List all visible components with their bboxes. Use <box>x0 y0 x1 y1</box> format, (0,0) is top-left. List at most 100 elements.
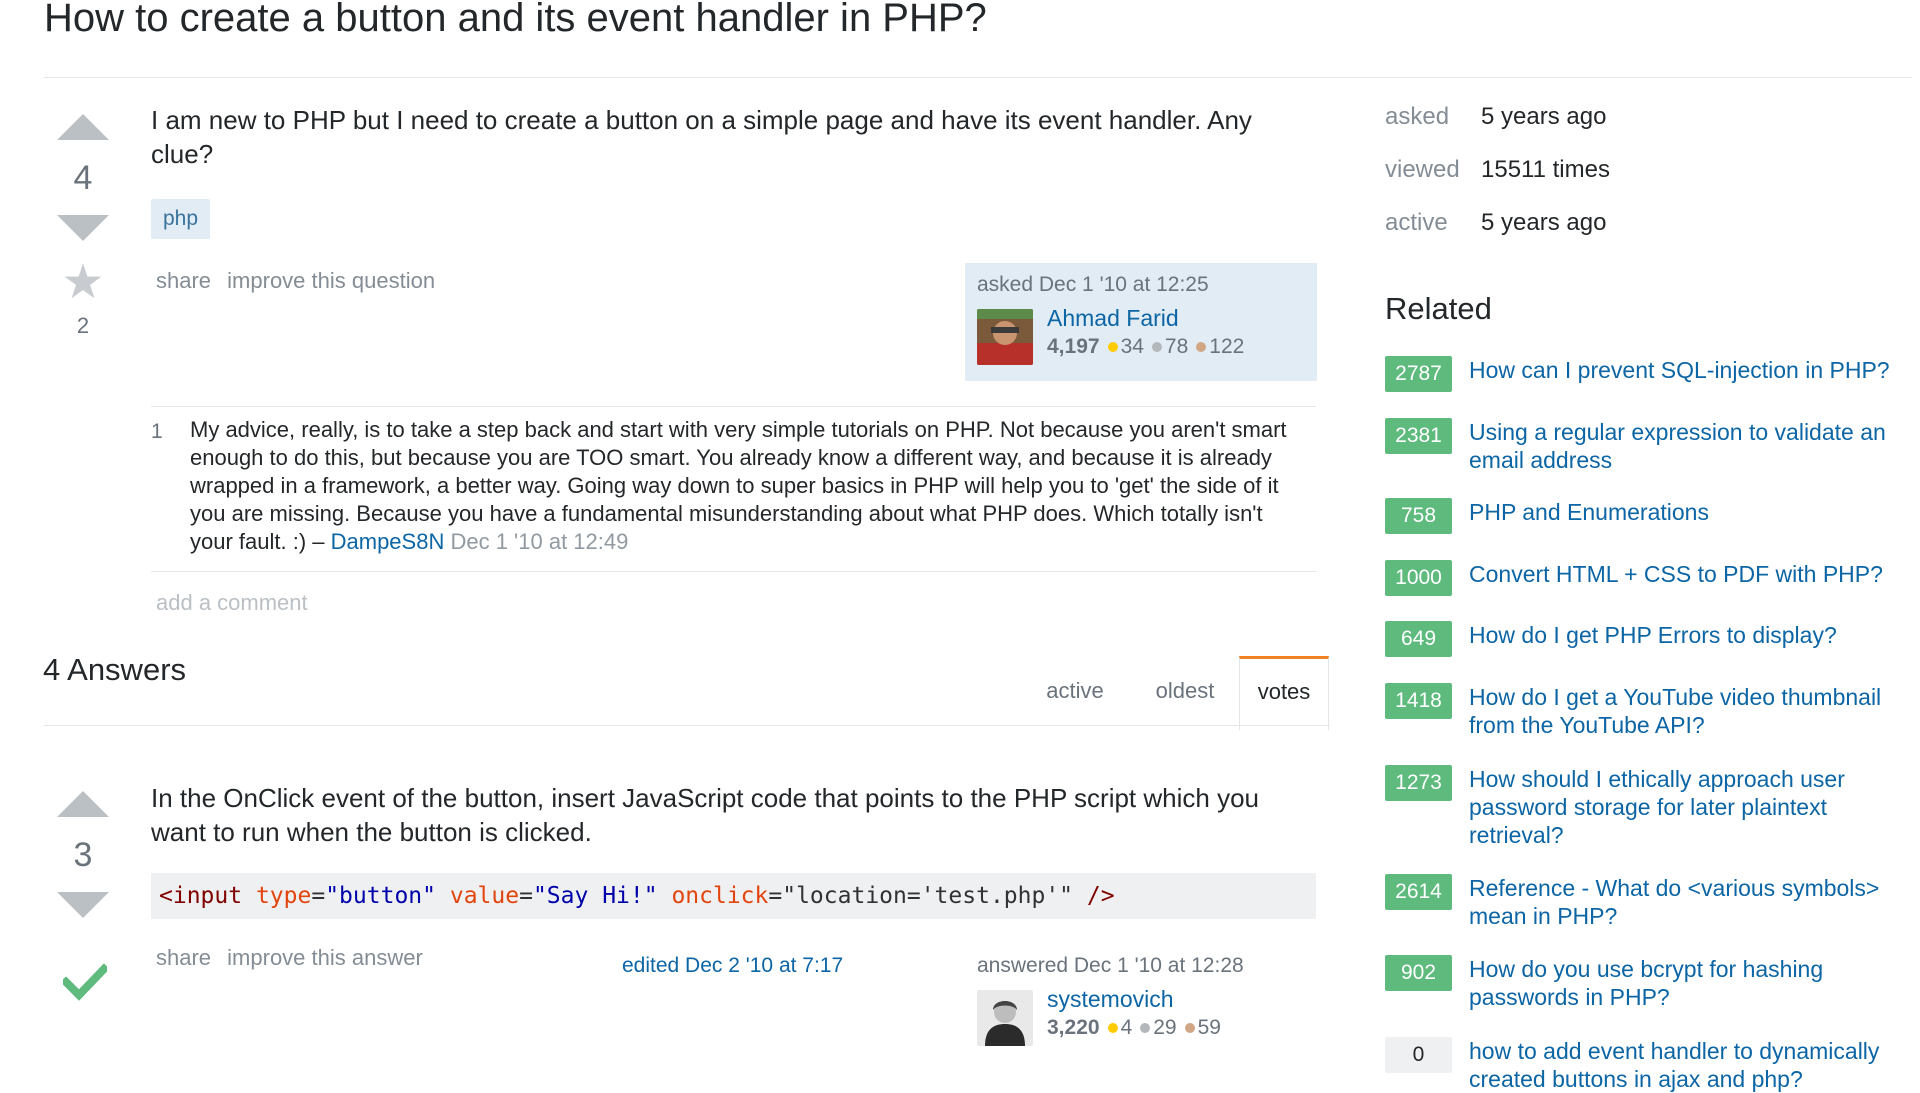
silver-badge-icon <box>1140 1022 1151 1033</box>
related-heading: Related <box>1385 291 1492 326</box>
comment-date[interactable]: Dec 1 '10 at 12:49 <box>450 529 628 554</box>
accepted-check-icon <box>63 963 107 1001</box>
add-comment-link[interactable]: add a comment <box>156 590 308 616</box>
favorite-count: 2 <box>76 313 90 338</box>
code-attr: value <box>449 883 520 909</box>
related-question-link[interactable]: How do I get PHP Errors to display? <box>1469 621 1909 649</box>
favorite-star-icon[interactable]: ★ <box>57 259 109 307</box>
user-avatar[interactable] <box>977 990 1033 1046</box>
answered-timestamp[interactable]: answered Dec 1 '10 at 12:28 <box>977 954 1244 978</box>
related-score-badge[interactable]: 902 <box>1385 955 1452 991</box>
share-link[interactable]: share <box>156 945 211 970</box>
related-score-badge[interactable]: 2381 <box>1385 418 1452 454</box>
stat-value: 5 years ago <box>1481 103 1607 130</box>
upvote-icon[interactable] <box>57 791 109 817</box>
related-score-badge[interactable]: 2787 <box>1385 356 1452 392</box>
improve-answer-link[interactable]: improve this answer <box>227 945 423 970</box>
stat-value: 15511 times <box>1481 156 1610 183</box>
share-link[interactable]: share <box>156 268 211 293</box>
answer-vote-cell: 3 <box>57 791 109 918</box>
silver-badge-count: 78 <box>1164 335 1189 358</box>
code-tag-open: <input <box>159 883 243 909</box>
code-attr: type <box>255 883 312 909</box>
answer-body: In the OnClick event of the button, inse… <box>151 781 1281 849</box>
related-score-badge[interactable]: 1000 <box>1385 560 1452 596</box>
gold-badge-icon <box>1107 1022 1118 1033</box>
answer-owner-signature: answered Dec 1 '10 at 12:28 systemovich … <box>965 944 1317 1062</box>
tag-php[interactable]: php <box>151 199 211 239</box>
silver-badge-count: 29 <box>1153 1016 1177 1039</box>
downvote-icon[interactable] <box>57 892 109 918</box>
upvote-icon[interactable] <box>57 114 109 140</box>
user-name[interactable]: systemovich <box>1047 986 1174 1013</box>
code-value: "location='test.php'" <box>782 883 1074 909</box>
question-body: I am new to PHP but I need to create a b… <box>151 103 1281 171</box>
question-title[interactable]: How to create a button and its event han… <box>44 0 987 41</box>
related-score-badge[interactable]: 0 <box>1385 1037 1452 1073</box>
reputation-score: 4,197 <box>1047 335 1100 358</box>
silver-badge-icon <box>1151 341 1162 352</box>
related-question-link[interactable]: Reference - What do <various symbols> me… <box>1469 874 1909 930</box>
related-score-badge[interactable]: 758 <box>1385 498 1452 534</box>
code-value: "Say Hi!" <box>532 883 658 909</box>
bronze-badge-icon <box>1184 1022 1195 1033</box>
code-value: "button" <box>325 883 436 909</box>
stat-label: viewed <box>1385 156 1460 183</box>
bronze-badge-icon <box>1196 341 1207 352</box>
related-question-link[interactable]: How do I get a YouTube video thumbnail f… <box>1469 683 1909 739</box>
comment-body: My advice, really, is to take a step bac… <box>190 416 1310 556</box>
answer-text: In the OnClick event of the button, inse… <box>151 783 1259 847</box>
answer-post-menu: share improve this answer <box>156 945 433 971</box>
user-reputation: 4,197 34 78 122 <box>1047 335 1244 359</box>
question-stats-viewed: viewed 15511 times <box>1385 156 1610 184</box>
related-question-link[interactable]: how to add event handler to dynamically … <box>1469 1037 1909 1093</box>
stat-value: 5 years ago <box>1481 209 1607 236</box>
title-divider <box>44 77 1912 78</box>
asked-timestamp[interactable]: asked Dec 1 '10 at 12:25 <box>977 273 1209 297</box>
stat-label: asked <box>1385 103 1450 130</box>
comments-top-divider <box>151 406 1316 407</box>
gold-badge-icon <box>1107 341 1118 352</box>
user-name[interactable]: Ahmad Farid <box>1047 305 1179 332</box>
question-post-menu: share improve this question <box>156 268 445 294</box>
code-block: <input type="button" value="Say Hi!" onc… <box>151 873 1316 919</box>
question-owner-signature: asked Dec 1 '10 at 12:25 Ahmad Farid 4,1… <box>965 263 1317 381</box>
user-avatar[interactable] <box>977 309 1033 365</box>
answer-vote-count: 3 <box>73 836 93 874</box>
related-question-link[interactable]: How should I ethically approach user pas… <box>1469 765 1909 849</box>
related-question-link[interactable]: How do you use bcrypt for hashing passwo… <box>1469 955 1909 1011</box>
tab-votes[interactable]: votes <box>1239 656 1329 730</box>
gold-badge-count: 4 <box>1120 1016 1133 1039</box>
answers-header-divider <box>44 725 1330 726</box>
related-question-link[interactable]: Convert HTML + CSS to PDF with PHP? <box>1469 560 1909 588</box>
code-tag-close: /> <box>1086 883 1115 909</box>
stat-label: active <box>1385 209 1448 236</box>
reputation-score: 3,220 <box>1047 1016 1100 1039</box>
bronze-badge-count: 122 <box>1209 335 1245 358</box>
comment-user-link[interactable]: DampeS8N <box>331 529 445 554</box>
related-question-link[interactable]: PHP and Enumerations <box>1469 498 1909 526</box>
question-text: I am new to PHP but I need to create a b… <box>151 105 1252 169</box>
question-stats-active: active 5 years ago <box>1385 209 1606 237</box>
related-question-link[interactable]: Using a regular expression to validate a… <box>1469 418 1909 474</box>
user-reputation: 3,220 4 29 59 <box>1047 1016 1221 1040</box>
related-score-badge[interactable]: 1273 <box>1385 765 1452 801</box>
tab-oldest[interactable]: oldest <box>1130 656 1240 726</box>
bronze-badge-count: 59 <box>1197 1016 1221 1039</box>
related-question-link[interactable]: How can I prevent SQL-injection in PHP? <box>1469 356 1909 384</box>
downvote-icon[interactable] <box>57 215 109 241</box>
related-score-badge[interactable]: 2614 <box>1385 874 1452 910</box>
comment-score: 1 <box>151 420 163 443</box>
improve-question-link[interactable]: improve this question <box>227 268 435 293</box>
code-attr: onclick <box>671 883 769 909</box>
comments-bottom-divider <box>151 571 1316 572</box>
tab-active[interactable]: active <box>1030 656 1120 726</box>
related-score-badge[interactable]: 1418 <box>1385 683 1452 719</box>
answers-count-heading: 4 Answers <box>43 652 187 687</box>
edited-timestamp[interactable]: edited Dec 2 '10 at 7:17 <box>622 954 843 978</box>
related-score-badge[interactable]: 649 <box>1385 621 1452 657</box>
answer-edit-signature: edited Dec 2 '10 at 7:17 <box>610 944 910 984</box>
question-vote-cell: 4 ★ 2 <box>57 114 109 339</box>
question-stats-asked: asked 5 years ago <box>1385 103 1606 131</box>
question-vote-count: 4 <box>73 159 93 197</box>
